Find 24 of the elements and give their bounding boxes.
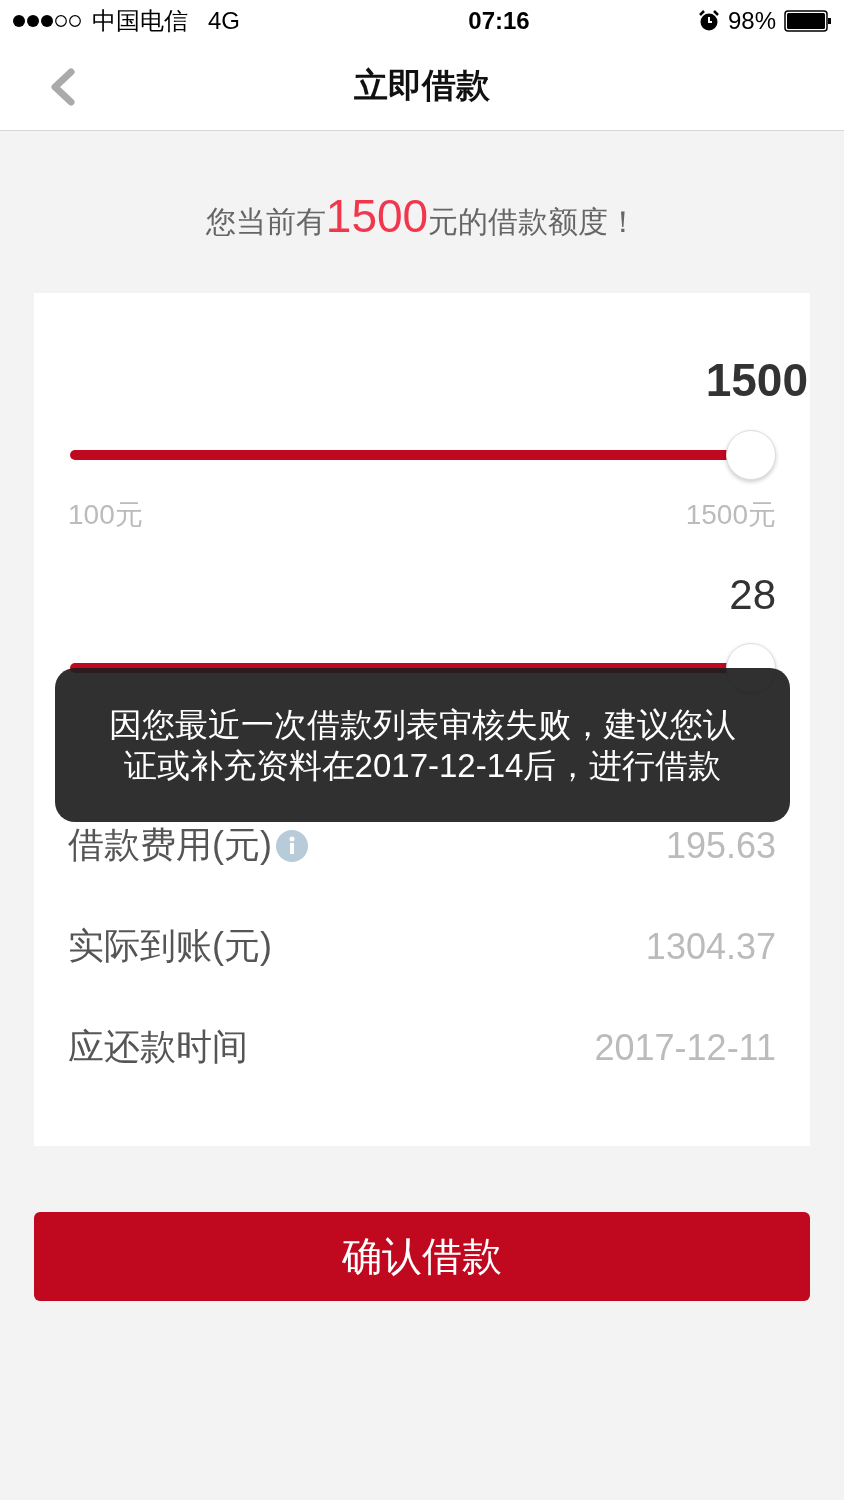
slider-value: 28 <box>729 574 776 616</box>
network-type: 4G <box>208 7 240 35</box>
review-toast: 因您最近一次借款列表审核失败，建议您认证或补充资料在2017-12-14后，进行借款 <box>55 668 790 822</box>
battery-icon <box>784 10 832 32</box>
max-label: 1500元 <box>685 498 776 530</box>
page-title: 立即借款 <box>354 65 490 106</box>
info-icon[interactable] <box>276 829 308 862</box>
detail-label: 应还款时间 <box>68 1025 248 1069</box>
detail-label: 借款费用(元) <box>68 823 272 867</box>
battery-percent: 98% <box>727 7 776 35</box>
detail-value: 2017-12-11 <box>594 1026 776 1069</box>
slider-value: 1500 <box>705 357 808 403</box>
clock-time: 07:16 <box>468 7 530 35</box>
min-label: 100元 <box>68 498 143 530</box>
slider-thumb[interactable] <box>726 430 776 480</box>
alarm-icon <box>697 10 720 32</box>
carrier-name: 中国电信 <box>92 6 188 36</box>
detail-label: 实际到账(元) <box>68 924 272 968</box>
detail-value: 195.63 <box>665 824 776 867</box>
detail-value: 1304.37 <box>645 925 776 968</box>
confirm-button[interactable]: 确认借款 <box>34 1212 810 1301</box>
signal-icon <box>12 14 84 28</box>
back-icon[interactable] <box>48 68 76 106</box>
credit-limit-text: 您当前有1500元的借款额度！ <box>204 189 640 243</box>
